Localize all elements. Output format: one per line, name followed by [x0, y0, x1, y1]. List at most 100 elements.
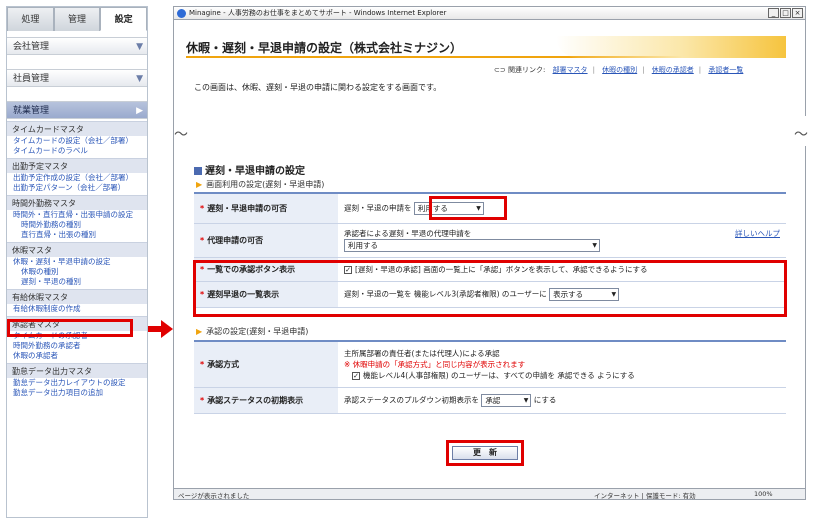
zoom-level[interactable]: 100% [754, 490, 773, 498]
related-label: 関連リンク: [507, 66, 546, 74]
ie-logo-icon [177, 8, 186, 18]
sidebar-tabs: 処理 管理 設定 [7, 7, 147, 31]
link-late-early-types[interactable]: 遅刻・早退の種別 [7, 277, 147, 287]
section-schedule: 出勤予定マスタ [7, 158, 147, 173]
status-bar: ページが表示されました インターネット | 保護モード: 有効 100% [173, 488, 806, 500]
link-export-layout[interactable]: 勤怠データ出力レイアウトの設定 [7, 378, 147, 388]
row-value: 詳しいヘルプ 承認者による遅刻・早退の代理申請を 利用する ▼ [338, 223, 786, 258]
menu-head-label: 会社管理 [13, 42, 50, 52]
approval-settings-table: * 承認方式 主所属部署の責任者(または代理人)による承認 ※ 休暇申請の「承認方… [194, 340, 786, 414]
omission-break [174, 116, 807, 146]
row-text: 遅刻・早退の申請を [344, 203, 412, 213]
tab-settings[interactable]: 設定 [100, 7, 147, 31]
section-title-text: 遅刻・早退申請の設定 [205, 166, 305, 177]
settings-sidebar: 処理 管理 設定 会社管理 ▼ 社員管理 ▼ 就業管理 ▶ タイムカードマスタ タイム… [6, 6, 148, 518]
intro-text: この画面は、休暇、遅刻・早退の申請に関わる設定をする画面です。 [194, 83, 442, 92]
link-schedule-patterns[interactable]: 出勤予定パターン（会社／部署） [7, 183, 147, 193]
hr-approve-all-text: 機能レベル4(人事部権限) のユーザーは、すべての申請を 承認できる ようにする [363, 370, 635, 380]
row-label: * 代理申請の可否 [194, 223, 338, 258]
approval-status-select[interactable]: 承認 ▼ [481, 393, 532, 407]
related-links: ⊂⊃ 関連リンク: 部署マスタ | 休暇の種別 | 休暇の承認者 | 承認者一覧 [494, 66, 744, 74]
subsection-usage-text: 画面利用の設定(遅刻・早退申請) [206, 180, 325, 189]
page-title: 休暇・遅刻・早退申請の設定（株式会社ミナジン） [186, 41, 463, 55]
menu-head-label: 就業管理 [13, 106, 50, 116]
page-title-bar: 休暇・遅刻・早退申請の設定（株式会社ミナジン） [186, 36, 786, 58]
link-paid-leave-system[interactable]: 有給休暇制度の作成 [7, 304, 147, 314]
row-value: 遅刻・早退の申請を 利用する ▼ [338, 193, 786, 224]
maximize-button[interactable]: □ [780, 8, 791, 18]
arrow-right-icon [148, 320, 173, 338]
proxy-request-select[interactable]: 利用する ▼ [344, 239, 600, 252]
close-button[interactable]: × [792, 8, 803, 18]
link-leave-approvers[interactable]: 休暇の承認者 [7, 351, 147, 361]
highlight-usage-select [429, 196, 507, 220]
link-schedule-settings[interactable]: 出勤予定作成の設定（会社／部署） [7, 173, 147, 183]
subsection-approval: ▶ 承認の設定(遅刻・早退申請) [196, 326, 308, 337]
subsection-usage: ▶ 画面利用の設定(遅刻・早退申請) [196, 179, 324, 190]
section-export: 勤怠データ出力マスタ [7, 363, 147, 378]
window-title: Minagine - 人事労務のお仕事をまとめてサポート - Windows I… [189, 9, 447, 17]
tab-processing[interactable]: 処理 [7, 7, 54, 31]
help-link[interactable]: 詳しいヘルプ [735, 228, 780, 239]
subsection-approval-text: 承認の設定(遅刻・早退申請) [206, 327, 309, 336]
row-label: * 承認方式 [194, 341, 338, 388]
link-leave-types[interactable]: 休暇の種別 [7, 267, 147, 277]
menu-work-management[interactable]: 就業管理 ▶ [7, 101, 147, 119]
menu-head-label: 社員管理 [13, 74, 50, 84]
highlight-selected-link [7, 319, 133, 337]
row-label: * 遅刻・早退申請の可否 [194, 193, 338, 224]
link-overtime-approvers[interactable]: 時間外勤務の承認者 [7, 341, 147, 351]
table-row: * 承認ステータスの初期表示 承認ステータスのプルダウン初期表示を 承認 ▼ にする [194, 387, 786, 414]
update-button-highlight: 更 新 [446, 440, 524, 466]
row-value: 承認ステータスのプルダウン初期表示を 承認 ▼ にする [338, 387, 786, 414]
row-text: 承認ステータスのプルダウン初期表示を [344, 395, 479, 404]
chevron-right-icon: ▶ [136, 106, 143, 116]
link-overtime-types[interactable]: 時間外勤務の種別 [7, 220, 147, 230]
tab-management[interactable]: 管理 [53, 7, 101, 31]
link-timecard-labels[interactable]: タイムカードのラベル [7, 146, 147, 156]
related-link-leave-approvers[interactable]: 休暇の承認者 [652, 66, 694, 74]
window-titlebar: Minagine - 人事労務のお仕事をまとめてサポート - Windows I… [173, 6, 806, 20]
link-timecard-settings[interactable]: タイムカードの設定（会社／部署） [7, 136, 147, 146]
related-link-department[interactable]: 部署マスタ [553, 66, 588, 74]
related-link-leave-types[interactable]: 休暇の種別 [602, 66, 637, 74]
dropdown-arrow-icon: ▼ [592, 242, 597, 249]
chevron-down-icon: ▼ [136, 42, 143, 52]
table-row: * 代理申請の可否 詳しいヘルプ 承認者による遅刻・早退の代理申請を 利用する ▼ [194, 223, 786, 258]
security-zone: インターネット | 保護モード: 有効 [594, 492, 696, 500]
section-overtime: 時間外勤務マスタ [7, 195, 147, 210]
highlight-new-rows [193, 260, 787, 317]
triangle-right-icon: ▶ [196, 180, 203, 189]
link-leave-late-early-settings[interactable]: 休暇・遅刻・早退申請の設定 [7, 257, 147, 267]
minimize-button[interactable]: _ [768, 8, 779, 18]
omission-mark-left: 〜 [174, 127, 188, 143]
link-direct-trip-types[interactable]: 直行直帰・出張の種別 [7, 230, 147, 240]
menu-employee-management[interactable]: 社員管理 ▼ [7, 69, 147, 87]
browser-window: Minagine - 人事労務のお仕事をまとめてサポート - Windows I… [173, 6, 808, 500]
hr-approve-all-checkbox[interactable]: ✓ [352, 371, 360, 380]
section-square-icon [194, 167, 202, 175]
omission-mark-right: 〜 [794, 127, 808, 143]
section-timecard: タイムカードマスタ [7, 121, 147, 136]
approval-method-warning: ※ 休暇申請の「承認方式」と同じ内容が表示されます [344, 359, 526, 369]
link-chain-icon: ⊂⊃ [494, 66, 506, 74]
menu-company-management[interactable]: 会社管理 ▼ [7, 37, 147, 55]
link-export-fields[interactable]: 勤怠データ出力項目の追加 [7, 388, 147, 398]
page-content: 休暇・遅刻・早退申請の設定（株式会社ミナジン） ⊂⊃ 関連リンク: 部署マスタ |… [173, 20, 808, 488]
row-suffix: にする [533, 395, 557, 404]
section-leave: 休暇マスタ [7, 242, 147, 257]
row-value: 主所属部署の責任者(または代理人)による承認 ※ 休暇申請の「承認方式」と同じ内… [338, 341, 786, 388]
section-title: 遅刻・早退申請の設定 [194, 162, 305, 177]
section-paid-leave: 有給休暇マスタ [7, 289, 147, 304]
row-label: * 承認ステータスの初期表示 [194, 387, 338, 414]
related-link-approver-list[interactable]: 承認者一覧 [708, 66, 743, 74]
row-text: 承認者による遅刻・早退の代理申請を [344, 229, 472, 238]
chevron-down-icon: ▼ [136, 74, 143, 84]
approval-method-text: 主所属部署の責任者(または代理人)による承認 [344, 348, 500, 358]
table-row: * 承認方式 主所属部署の責任者(または代理人)による承認 ※ 休暇申請の「承認方… [194, 341, 786, 388]
link-overtime-settings[interactable]: 時間外・直行直帰・出張申請の設定 [7, 210, 147, 220]
update-button[interactable]: 更 新 [452, 446, 518, 460]
dropdown-arrow-icon: ▼ [523, 396, 529, 404]
triangle-right-icon: ▶ [196, 327, 203, 336]
status-message: ページが表示されました [178, 492, 250, 500]
